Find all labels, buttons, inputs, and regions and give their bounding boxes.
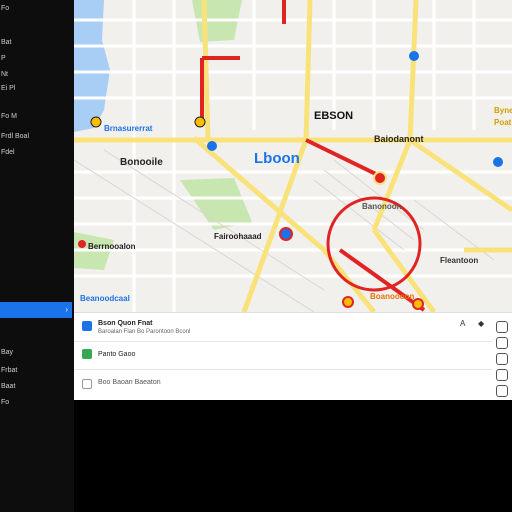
empty-area [74, 400, 512, 512]
map-label-street: Boanoooon [370, 292, 415, 301]
map-label-street: Berrnooalon [88, 242, 136, 251]
map-view[interactable]: Lboon EBSON Baiodanont Bonooile Brnasure… [74, 0, 512, 312]
map-label-blvd: Baiodanont [374, 134, 424, 144]
sidebar-item[interactable]: Bat [0, 36, 73, 50]
map-label-right: Byne [494, 106, 512, 115]
navigate-icon[interactable]: A [460, 319, 465, 328]
map-label-street: Beanoodcaal [80, 294, 130, 303]
result-row[interactable]: Panto Gaoo [74, 341, 492, 370]
poi-marker [409, 51, 419, 61]
poi-marker [90, 116, 102, 128]
poi-marker [493, 157, 503, 167]
panel-side-buttons [492, 313, 512, 401]
sidebar-item[interactable]: Fo M [0, 110, 73, 124]
chevron-right-icon: › [65, 305, 68, 314]
result-title: Bson Quon Fnat [98, 320, 153, 327]
sidebar-item-active[interactable]: › [0, 302, 72, 318]
map-label-right: Poat [494, 118, 512, 127]
green-square-icon [82, 349, 92, 359]
result-subtitle: Baroalan Flan Bo Parontoon Bconl [98, 329, 191, 335]
info-icon [82, 379, 92, 389]
sidebar-item[interactable]: Frdl Boal [0, 130, 73, 144]
map-label-street: Fairoohaaad [214, 232, 262, 241]
poi-marker [207, 141, 217, 151]
map-label-street: Brnasurerrat [104, 124, 153, 133]
sidebar-item[interactable]: Bay [0, 346, 73, 360]
sidebar: Fo Bat P Nt Ei Pl Fo M Frdl Boal Fdel › … [0, 0, 75, 512]
sidebar-item[interactable]: Ei Pl [0, 82, 73, 96]
sidebar-item[interactable]: Frbat [0, 364, 73, 378]
sidebar-item[interactable]: P [0, 52, 73, 66]
poi-marker [279, 227, 293, 241]
poi-marker [78, 240, 86, 248]
save-icon[interactable]: ◆ [478, 319, 484, 328]
result-title: Boo Baoan Baeaton [98, 379, 161, 386]
side-button[interactable] [496, 385, 508, 397]
poi-marker [342, 296, 354, 308]
side-button[interactable] [496, 369, 508, 381]
results-panel: Bson Quon Fnat Baroalan Flan Bo Parontoo… [74, 312, 512, 401]
map-label-street: Bonooile [120, 157, 163, 168]
destination-marker [373, 171, 387, 185]
park-area [180, 178, 252, 230]
sidebar-item[interactable]: Baat [0, 380, 73, 394]
sidebar-item[interactable]: Nt [0, 68, 73, 82]
result-title: Panto Gaoo [98, 351, 136, 358]
map-label-center: Lboon [254, 150, 300, 167]
sidebar-item[interactable]: Fo [0, 396, 73, 410]
map-label-street: Banonoon [362, 202, 402, 211]
poi-marker [412, 298, 424, 310]
poi-marker [194, 116, 206, 128]
side-button[interactable] [496, 353, 508, 365]
result-row[interactable]: Boo Baoan Baeaton [74, 369, 492, 397]
map-label-street: Fleantoon [440, 256, 479, 265]
pin-icon [82, 321, 92, 331]
side-button[interactable] [496, 337, 508, 349]
sidebar-item[interactable]: Fo [0, 2, 73, 16]
result-row[interactable]: Bson Quon Fnat Baroalan Flan Bo Parontoo… [74, 313, 492, 342]
sidebar-item[interactable]: Fdel [0, 146, 73, 160]
map-label-top: EBSON [314, 110, 354, 122]
side-button[interactable] [496, 321, 508, 333]
